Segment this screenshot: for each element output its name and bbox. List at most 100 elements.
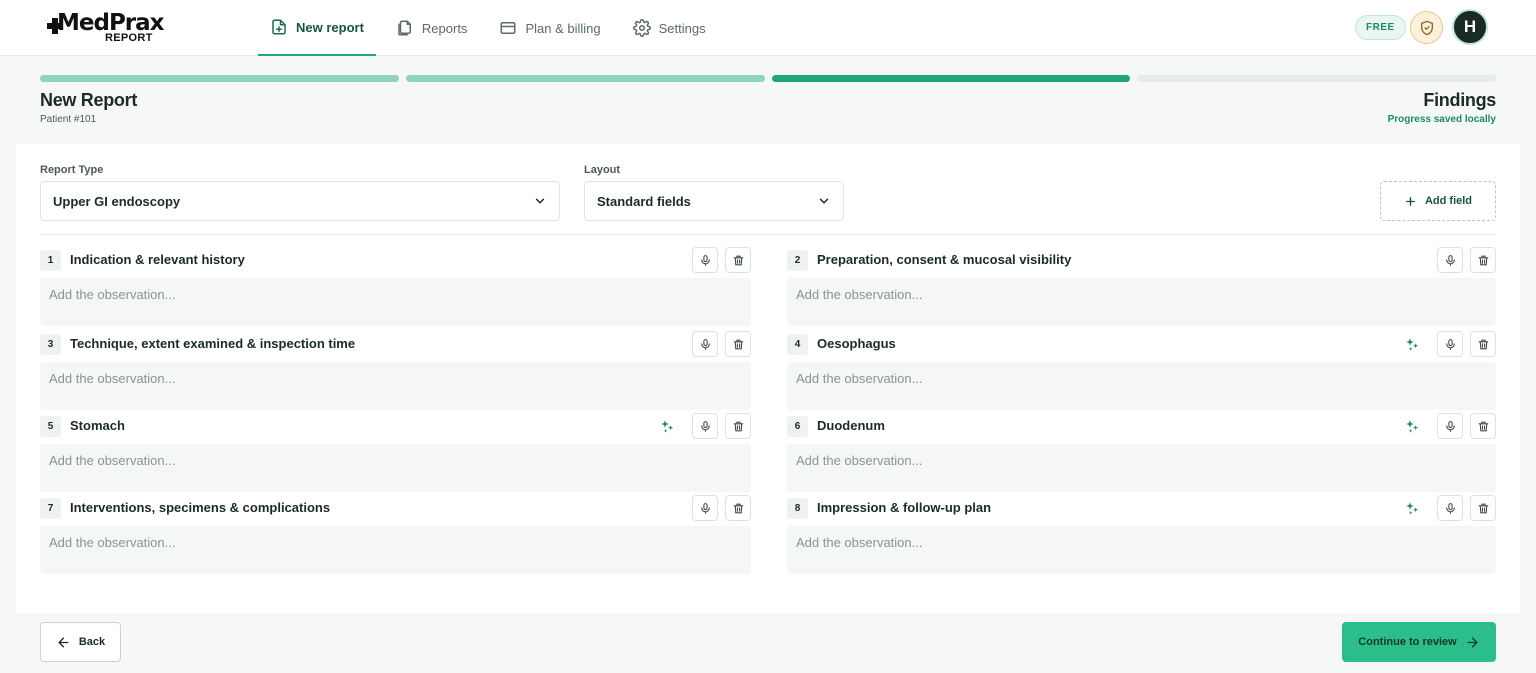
finding-field: 8 Impression & follow-up plan Add the obse… bbox=[787, 495, 1496, 574]
security-button[interactable] bbox=[1410, 11, 1443, 44]
files-icon bbox=[398, 20, 411, 36]
nav-settings[interactable]: Settings bbox=[621, 0, 718, 56]
report-type-label: Report Type bbox=[40, 164, 104, 176]
save-status: Progress saved locally bbox=[1387, 114, 1496, 125]
add-field-button[interactable]: Add field bbox=[1380, 181, 1496, 221]
trash-icon bbox=[1478, 339, 1488, 349]
delete-field-button[interactable] bbox=[725, 247, 751, 273]
plus-icon bbox=[1406, 196, 1415, 206]
chevron-down-icon bbox=[819, 198, 829, 204]
field-number: 5 bbox=[40, 416, 61, 437]
finding-field: 7 Interventions, specimens & complication… bbox=[40, 495, 751, 574]
dictate-button[interactable] bbox=[1437, 495, 1463, 521]
nav-label: Settings bbox=[658, 20, 706, 36]
field-title: Technique, extent examined & inspection … bbox=[70, 336, 356, 351]
field-tools bbox=[1399, 413, 1496, 439]
ai-sparkle-icon bbox=[1405, 337, 1418, 351]
ai-sparkle-icon bbox=[1405, 501, 1418, 515]
microphone-icon bbox=[700, 502, 710, 514]
delete-field-button[interactable] bbox=[725, 495, 751, 521]
progress-steps bbox=[40, 75, 1496, 82]
observation-input[interactable]: Add the observation... bbox=[40, 362, 751, 410]
observation-input[interactable]: Add the observation... bbox=[40, 526, 751, 574]
field-tools bbox=[685, 495, 751, 521]
brand-sub: REPORT bbox=[105, 32, 153, 44]
layout-select[interactable]: Standard fields bbox=[584, 181, 844, 221]
field-title: Stomach bbox=[70, 418, 125, 433]
field-title: Preparation, consent & mucosal visibilit… bbox=[817, 252, 1072, 267]
delete-field-button[interactable] bbox=[1470, 331, 1496, 357]
dictate-button[interactable] bbox=[1437, 247, 1463, 273]
microphone-icon bbox=[700, 420, 710, 432]
ai-suggest-button[interactable] bbox=[1399, 413, 1425, 439]
plan-badge[interactable]: FREE bbox=[1355, 15, 1406, 40]
layout-label: Layout bbox=[584, 164, 621, 176]
delete-field-button[interactable] bbox=[1470, 413, 1496, 439]
shield-check-icon bbox=[1420, 20, 1433, 35]
observation-input[interactable]: Add the observation... bbox=[40, 278, 751, 326]
finding-field: 5 Stomach Add the observation... bbox=[40, 413, 751, 492]
delete-field-button[interactable] bbox=[1470, 495, 1496, 521]
nav-label: Reports bbox=[421, 20, 468, 36]
continue-button[interactable]: Continue to review bbox=[1342, 622, 1496, 662]
field-number: 3 bbox=[40, 334, 61, 355]
dictate-button[interactable] bbox=[1437, 331, 1463, 357]
arrow-left-icon bbox=[58, 637, 69, 647]
top-bar: MedPrax REPORT New report Reports Plan &… bbox=[0, 0, 1536, 56]
field-header: 6 Duodenum bbox=[787, 413, 1496, 439]
main-nav: New report Reports Plan & billing Settin… bbox=[258, 0, 726, 56]
findings-card: Report Type Upper GI endoscopy Layout St… bbox=[16, 144, 1520, 613]
finding-field: 4 Oesophagus Add the observation... bbox=[787, 331, 1496, 410]
ai-suggest-button[interactable] bbox=[1399, 495, 1425, 521]
trash-icon bbox=[733, 339, 743, 349]
field-number: 2 bbox=[787, 250, 808, 271]
field-tools bbox=[685, 331, 751, 357]
field-tools bbox=[1399, 495, 1496, 521]
microphone-icon bbox=[1445, 338, 1455, 350]
field-number: 1 bbox=[40, 250, 61, 271]
observation-input[interactable]: Add the observation... bbox=[787, 444, 1496, 492]
report-type-select[interactable]: Upper GI endoscopy bbox=[40, 181, 560, 221]
step-4 bbox=[1137, 75, 1496, 82]
dictate-button[interactable] bbox=[692, 331, 718, 357]
dictate-button[interactable] bbox=[692, 413, 718, 439]
back-button[interactable]: Back bbox=[40, 622, 121, 662]
ai-sparkle-icon bbox=[1405, 419, 1418, 433]
arrow-right-icon bbox=[1467, 637, 1478, 647]
nav-new-report[interactable]: New report bbox=[258, 0, 376, 56]
delete-field-button[interactable] bbox=[725, 413, 751, 439]
ai-suggest-button[interactable] bbox=[654, 413, 680, 439]
ai-sparkle-icon bbox=[660, 419, 673, 433]
credit-card-icon bbox=[500, 22, 516, 34]
user-avatar[interactable]: H bbox=[1452, 9, 1488, 45]
nav-plan-billing[interactable]: Plan & billing bbox=[487, 0, 612, 56]
observation-input[interactable]: Add the observation... bbox=[787, 362, 1496, 410]
field-number: 8 bbox=[787, 498, 808, 519]
field-title: Oesophagus bbox=[817, 336, 896, 351]
dictate-button[interactable] bbox=[1437, 413, 1463, 439]
report-type-value: Upper GI endoscopy bbox=[53, 193, 181, 209]
dictate-button[interactable] bbox=[692, 495, 718, 521]
field-number: 7 bbox=[40, 498, 61, 519]
field-tools bbox=[1430, 247, 1496, 273]
observation-input[interactable]: Add the observation... bbox=[40, 444, 751, 492]
observation-input[interactable]: Add the observation... bbox=[787, 526, 1496, 574]
finding-field: 2 Preparation, consent & mucosal visibili… bbox=[787, 247, 1496, 326]
microphone-icon bbox=[700, 338, 710, 350]
nav-reports[interactable]: Reports bbox=[384, 0, 480, 56]
delete-field-button[interactable] bbox=[1470, 247, 1496, 273]
medprax-logo[interactable]: MedPrax REPORT bbox=[47, 10, 167, 46]
observation-input[interactable]: Add the observation... bbox=[787, 278, 1496, 326]
field-header: 5 Stomach bbox=[40, 413, 751, 439]
step-3 bbox=[771, 75, 1131, 82]
ai-suggest-button[interactable] bbox=[1399, 331, 1425, 357]
delete-field-button[interactable] bbox=[725, 331, 751, 357]
step-title: Findings bbox=[1423, 90, 1496, 110]
trash-icon bbox=[733, 421, 743, 431]
continue-label: Continue to review bbox=[1358, 636, 1457, 648]
field-title: Interventions, specimens & complications bbox=[70, 500, 331, 515]
microphone-icon bbox=[1445, 502, 1455, 514]
field-tools bbox=[685, 247, 751, 273]
dictate-button[interactable] bbox=[692, 247, 718, 273]
field-tools bbox=[654, 413, 751, 439]
